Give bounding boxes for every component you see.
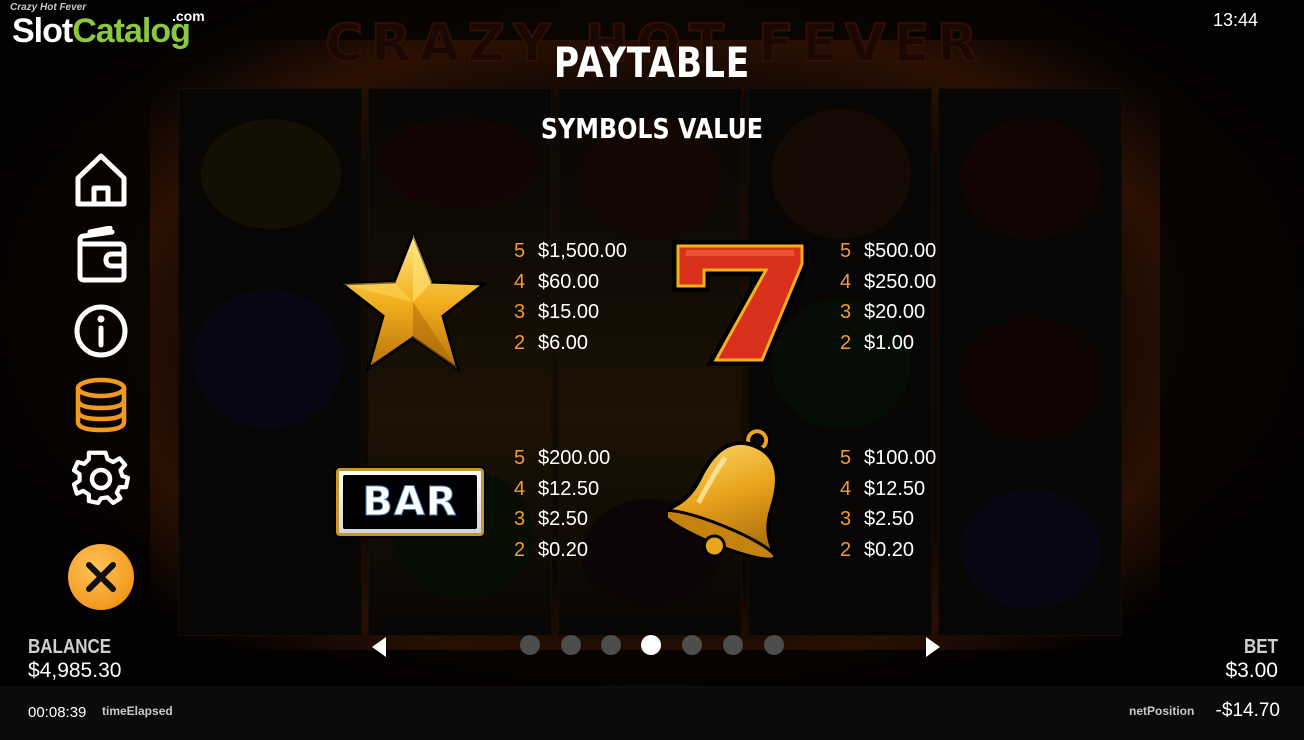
pay-row: 5 $200.00 bbox=[514, 447, 611, 469]
status-bar bbox=[0, 686, 1304, 740]
pay-row: 2 $0.20 bbox=[840, 538, 915, 561]
home-icon[interactable] bbox=[72, 150, 130, 208]
seven-symbol-icon bbox=[672, 240, 808, 366]
pay-row: 2 $0.20 bbox=[514, 538, 589, 561]
time-elapsed-label: timeElapsed bbox=[102, 704, 173, 718]
previous-page-arrow-icon[interactable] bbox=[368, 634, 390, 660]
page-dot-active[interactable] bbox=[641, 635, 661, 655]
pay-row: 3 $2.50 bbox=[840, 508, 915, 531]
close-icon bbox=[86, 562, 116, 592]
pay-row: 2 $6.00 bbox=[514, 331, 589, 354]
wallet-icon[interactable] bbox=[72, 226, 130, 284]
pay-row: 4 $12.50 bbox=[514, 477, 600, 500]
bell-symbol-icon bbox=[668, 427, 779, 561]
page-dot[interactable] bbox=[723, 635, 743, 655]
bet-value: $3.00 bbox=[1225, 659, 1278, 682]
pay-row: 5 $100.00 bbox=[840, 447, 937, 469]
pay-row: 3 $2.50 bbox=[514, 508, 589, 531]
pay-row: 4 $250.00 bbox=[840, 270, 937, 293]
pay-row: 4 $12.50 bbox=[840, 477, 926, 500]
bell-paytable: 5 $100.00 4 $12.50 3 $2.50 2 $0.20 bbox=[840, 443, 936, 565]
pay-row: 5 $500.00 bbox=[840, 240, 937, 262]
bar-symbol-icon: BAR bbox=[336, 468, 484, 536]
star-symbol-icon bbox=[338, 230, 488, 373]
bet-label: BET bbox=[1244, 636, 1278, 658]
bar-paytable: 5 $200.00 4 $12.50 3 $2.50 2 $0.20 bbox=[514, 443, 610, 565]
balance-value: $4,985.30 bbox=[28, 659, 122, 682]
page-dot[interactable] bbox=[520, 635, 540, 655]
pay-row: 3 $15.00 bbox=[514, 301, 600, 324]
close-button[interactable] bbox=[68, 544, 134, 610]
star-paytable: 5 $1,500.00 4 $60.00 3 $15.00 2 $6.00 bbox=[514, 236, 627, 358]
page-dot[interactable] bbox=[682, 635, 702, 655]
paytable-title: PAYTABLE bbox=[553, 38, 751, 87]
pay-row: 4 $60.00 bbox=[514, 270, 600, 293]
info-icon[interactable] bbox=[72, 302, 130, 360]
pay-row: 5 $1,500.00 bbox=[514, 240, 627, 262]
page-dot[interactable] bbox=[764, 635, 784, 655]
coins-icon[interactable] bbox=[72, 376, 130, 434]
bar-label: BAR bbox=[362, 479, 458, 526]
page-dot[interactable] bbox=[561, 635, 581, 655]
game-board-background: CRAZY HOT FEVER bbox=[0, 0, 1304, 686]
balance-label: BALANCE bbox=[28, 636, 112, 658]
seven-paytable: 5 $500.00 4 $250.00 3 $20.00 2 $1.00 bbox=[840, 236, 936, 358]
net-position-value: -$14.70 bbox=[1215, 700, 1280, 721]
pay-row: 3 $20.00 bbox=[840, 301, 926, 324]
paytable-subtitle: SYMBOLS VALUE bbox=[540, 112, 764, 145]
time-elapsed-value: 00:08:39 bbox=[28, 704, 87, 721]
gear-icon[interactable] bbox=[72, 450, 130, 508]
page-dot[interactable] bbox=[601, 635, 621, 655]
net-position-label: netPosition bbox=[1129, 704, 1195, 718]
clock: 13:44 bbox=[1212, 10, 1258, 30]
next-page-arrow-icon[interactable] bbox=[922, 634, 944, 660]
pay-row: 2 $1.00 bbox=[840, 331, 915, 354]
